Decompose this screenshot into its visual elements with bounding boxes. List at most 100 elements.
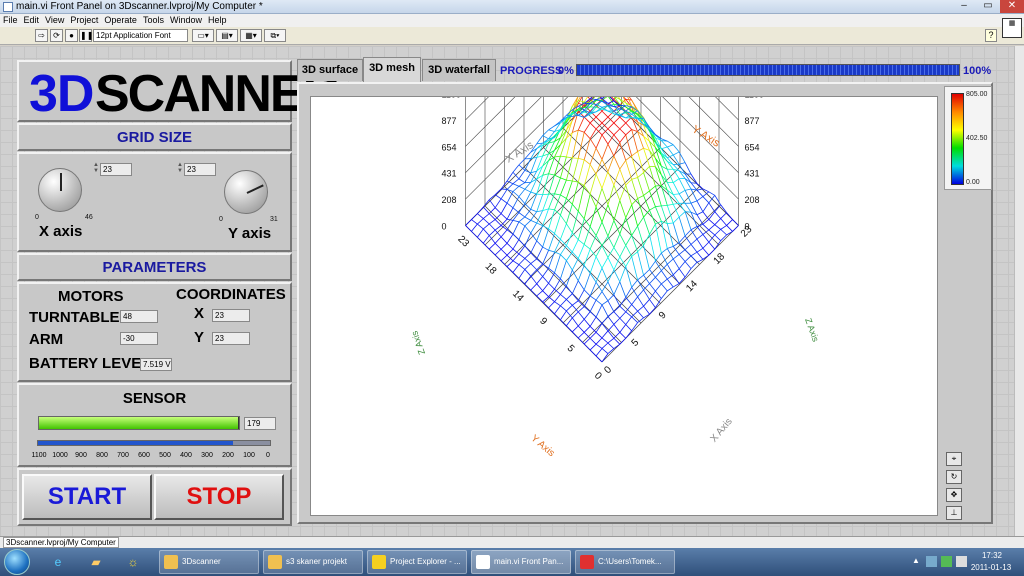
x-spinner[interactable]: ▲ ▼ — [93, 162, 99, 175]
grid-line — [595, 337, 603, 345]
grid-line — [643, 172, 650, 192]
run-continuously-icon[interactable]: ⟳ — [50, 29, 63, 42]
grid-line — [548, 307, 555, 315]
vertical-scrollbar[interactable] — [1014, 46, 1024, 536]
grid-line — [601, 267, 609, 283]
minimize-button[interactable]: – — [952, 0, 976, 13]
grid-line — [589, 337, 597, 345]
resize-objects-icon[interactable]: ▦▾ — [240, 29, 262, 42]
grid-line — [601, 353, 609, 363]
grid-line — [613, 128, 621, 136]
y-axis-label: Y axis — [228, 225, 272, 242]
grid-line — [666, 263, 674, 275]
abort-icon[interactable]: ● — [65, 29, 78, 42]
grid-line — [506, 266, 514, 273]
grid-line — [554, 214, 561, 234]
grid-line — [666, 248, 674, 260]
x-grid-input[interactable]: 23 — [100, 163, 132, 176]
graph-zoom-icon[interactable]: ⌖ — [946, 452, 962, 466]
grid-line — [506, 229, 514, 235]
grid-line — [661, 146, 668, 150]
parameters-header: PARAMETERS — [102, 259, 207, 276]
tray-network-icon[interactable] — [941, 556, 952, 567]
y-axis-knob[interactable] — [224, 170, 268, 214]
tray-expand-icon[interactable]: ▲ — [912, 556, 920, 565]
grid-line — [572, 157, 579, 159]
menu-operate[interactable]: Operate — [101, 14, 140, 26]
task-3dscanner[interactable]: 3Dscanner — [159, 550, 259, 574]
grid-line — [661, 248, 668, 254]
distribute-objects-icon[interactable]: ▤▾ — [216, 29, 238, 42]
grid-line — [589, 299, 597, 312]
grid-line — [672, 182, 680, 195]
pause-icon[interactable]: ❚❚ — [79, 29, 93, 42]
grid-line — [536, 269, 543, 277]
font-select[interactable]: 12pt Application Font — [93, 29, 188, 42]
maximize-button[interactable]: ▭ — [976, 0, 1000, 13]
sun-app-icon[interactable]: ☼ — [123, 552, 143, 572]
grid-line — [625, 266, 633, 288]
align-objects-icon[interactable]: ▭▾ — [192, 29, 214, 42]
grid-line — [649, 277, 656, 284]
grid-line — [678, 193, 686, 204]
task-project-explorer[interactable]: Project Explorer - ... — [367, 550, 467, 574]
grid-line — [678, 254, 686, 262]
folder-icon[interactable]: ▰ — [86, 552, 106, 572]
grid-line — [637, 216, 644, 227]
task-cmd[interactable]: C:\Users\Tomek... — [575, 550, 675, 574]
x-tick-label: 5 — [630, 337, 642, 349]
windows-start-icon[interactable] — [4, 549, 30, 575]
graph-rotate-icon[interactable]: ↻ — [946, 470, 962, 484]
grid-line — [560, 156, 567, 178]
z-tick-right: 654 — [745, 142, 760, 152]
menu-window[interactable]: Window — [167, 14, 205, 26]
grid-line — [536, 210, 543, 213]
run-arrow-icon[interactable]: ⇨ — [35, 29, 48, 42]
grid-line — [607, 269, 615, 283]
menu-project[interactable]: Project — [67, 14, 101, 26]
grid-line — [643, 166, 650, 173]
task-main-vi[interactable]: main.vi Front Pan... — [471, 550, 571, 574]
grid-line — [577, 337, 585, 345]
grid-line — [524, 263, 532, 270]
grid-line — [577, 300, 585, 307]
grid-line — [506, 260, 514, 267]
menu-file[interactable]: File — [0, 14, 21, 26]
grid-line — [554, 294, 561, 302]
grid-line — [631, 204, 638, 227]
graph-axes-icon[interactable]: ⊥ — [946, 506, 962, 520]
task-skaner-projekt[interactable]: s3 skaner projekt — [263, 550, 363, 574]
grid-line — [571, 211, 579, 233]
clock-time: 17:32 — [981, 551, 1003, 560]
stop-button[interactable]: STOP — [154, 474, 284, 520]
y-spinner[interactable]: ▲ ▼ — [177, 162, 183, 175]
y-grid-input[interactable]: 23 — [184, 163, 216, 176]
graph-pan-icon[interactable]: ✥ — [946, 488, 962, 502]
grid-line — [471, 231, 478, 238]
sensor-value: 179 — [244, 417, 276, 430]
reorder-icon[interactable]: ⧉▾ — [264, 29, 286, 42]
x-axis-knob[interactable] — [38, 168, 82, 212]
menu-edit[interactable]: Edit — [21, 14, 43, 26]
grid-line — [613, 343, 621, 349]
close-button[interactable]: ✕ — [1000, 0, 1024, 13]
tray-icon-1[interactable] — [926, 556, 937, 567]
grid-line — [512, 185, 520, 192]
grid-line — [690, 244, 698, 253]
context-help-icon[interactable]: ? — [985, 29, 997, 42]
ie-icon[interactable]: e — [48, 552, 68, 572]
grid-line — [530, 258, 537, 264]
tab-3d-surface[interactable]: 3D surface — [297, 59, 363, 81]
grid-line — [684, 190, 692, 204]
3d-mesh-graph[interactable]: X Axis Y Axis Z Axis Z Axis Y Axis X Axi… — [310, 96, 938, 516]
menu-help[interactable]: Help — [205, 14, 230, 26]
start-button[interactable]: START — [22, 474, 152, 520]
tab-3d-waterfall[interactable]: 3D waterfall — [422, 59, 496, 81]
window-titlebar[interactable]: main.vi Front Panel on 3Dscanner.lvproj/… — [0, 0, 1024, 14]
menu-tools[interactable]: Tools — [140, 14, 167, 26]
tab-3d-mesh[interactable]: 3D mesh — [363, 57, 421, 82]
grid-line — [554, 301, 561, 307]
grid-line — [595, 304, 603, 318]
menu-view[interactable]: View — [42, 14, 67, 26]
sensor-slider[interactable] — [37, 440, 271, 446]
